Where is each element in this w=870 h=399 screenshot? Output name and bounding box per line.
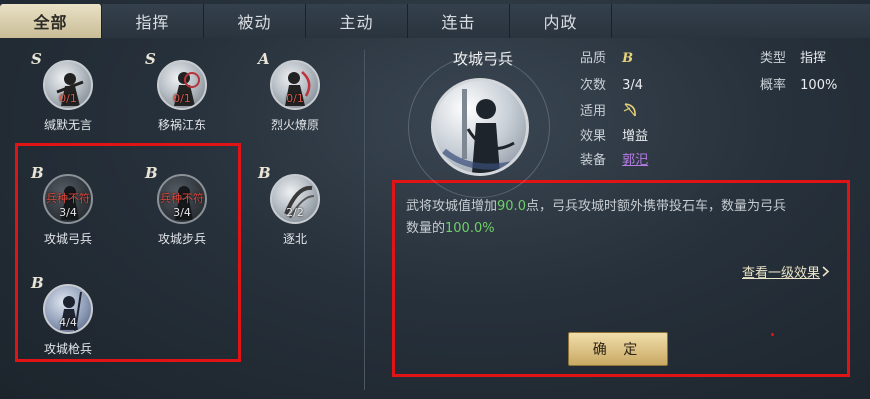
confirm-button[interactable]: 确 定 xyxy=(568,332,668,366)
skill-name: 攻城弓兵 xyxy=(43,232,92,246)
skill-grade: B xyxy=(258,164,271,182)
skill-description: 武将攻城值增加90.0点，弓兵攻城时额外携带投石车，数量为弓兵 数量的100.0… xyxy=(406,196,826,240)
panel-divider xyxy=(364,50,365,390)
skill-grade: B xyxy=(31,164,44,182)
red-dot-marker xyxy=(771,333,774,336)
skill-grade: S xyxy=(145,50,156,68)
desc-text-2: 点，弓兵攻城时额外携带投石车，数量为弓兵 xyxy=(525,199,786,214)
tab-bar: 全部 指挥 被动 主动 连击 内政 xyxy=(0,4,870,40)
rate-row: 概率 100% xyxy=(760,74,837,93)
skill-card-shift-disaster[interactable]: S 0/1 移祸江东 xyxy=(137,50,227,144)
skill-card-siege-archer[interactable]: B 兵种不符 3/4 攻城弓兵 xyxy=(23,164,113,258)
skill-panel: 全部 指挥 被动 主动 连击 内政 S 0/1 缄默无言 S 0/1 移祸江东 … xyxy=(0,0,870,399)
skill-count: 0/1 xyxy=(286,92,304,105)
tab-passive[interactable]: 被动 xyxy=(204,4,306,38)
type-value: 指挥 xyxy=(800,51,827,66)
skill-name: 缄默无言 xyxy=(43,118,92,132)
quality-row: 品质 B xyxy=(580,47,633,66)
skill-name: 攻城步兵 xyxy=(157,232,206,246)
effect-value: 增益 xyxy=(622,129,649,144)
quality-label: 品质 xyxy=(580,51,607,66)
bow-icon xyxy=(622,102,638,122)
skill-card-siege-infantry[interactable]: B 兵种不符 3/4 攻城步兵 xyxy=(137,164,227,258)
desc-value-1: 90.0 xyxy=(497,199,526,214)
unit-mismatch-label: 兵种不符 xyxy=(46,192,90,205)
rate-value: 100% xyxy=(800,78,838,93)
unit-mismatch-label: 兵种不符 xyxy=(160,192,204,205)
tab-combo[interactable]: 连击 xyxy=(408,4,510,38)
times-row: 次数 3/4 xyxy=(580,74,643,93)
equip-row: 装备 郭汜 xyxy=(580,149,648,168)
tab-internal[interactable]: 内政 xyxy=(510,4,612,38)
chevron-right-icon xyxy=(822,266,830,281)
skill-count: 0/1 xyxy=(59,92,77,105)
apply-row: 适用 xyxy=(580,100,638,122)
skill-grade: S xyxy=(31,50,42,68)
times-label: 次数 xyxy=(580,78,607,93)
tab-bar-filler xyxy=(612,4,870,38)
equip-label: 装备 xyxy=(580,153,607,168)
desc-value-2: 100.0% xyxy=(445,221,495,236)
type-label: 类型 xyxy=(760,51,787,66)
skill-grade: A xyxy=(258,50,270,68)
skill-count: 0/1 xyxy=(173,92,191,105)
more-label: 查看一级效果 xyxy=(742,266,821,281)
skill-count: 4/4 xyxy=(59,316,77,329)
skill-count: 3/4 xyxy=(59,206,77,219)
apply-label: 适用 xyxy=(580,104,607,119)
skill-name: 攻城枪兵 xyxy=(43,342,92,356)
skill-grade: B xyxy=(145,164,158,182)
rate-label: 概率 xyxy=(760,78,787,93)
times-value: 3/4 xyxy=(622,78,644,93)
skill-count: 3/4 xyxy=(173,206,191,219)
skill-grade: B xyxy=(31,274,44,292)
skill-name: 烈火燎原 xyxy=(270,118,319,132)
desc-text-3: 数量的 xyxy=(406,221,446,236)
type-row: 类型 指挥 xyxy=(760,47,826,66)
skill-name: 移祸江东 xyxy=(157,118,206,132)
skill-count: 2/2 xyxy=(286,206,304,219)
equipped-general-link[interactable]: 郭汜 xyxy=(622,153,648,168)
quality-value: B xyxy=(622,51,634,66)
effect-row: 效果 增益 xyxy=(580,125,648,144)
view-level1-effect-link[interactable]: 查看一级效果 xyxy=(742,262,830,281)
tab-command[interactable]: 指挥 xyxy=(102,4,204,38)
skill-name: 逐北 xyxy=(282,232,307,246)
detail-portrait-icon xyxy=(431,78,529,176)
effect-label: 效果 xyxy=(580,129,607,144)
desc-text-1: 武将攻城值增加 xyxy=(406,199,498,214)
skill-card-siege-spear[interactable]: B 4/4 攻城枪兵 xyxy=(23,274,113,368)
skill-card-pursuit[interactable]: B 2/2 逐北 xyxy=(250,164,340,258)
tab-all[interactable]: 全部 xyxy=(0,4,102,38)
tab-active[interactable]: 主动 xyxy=(306,4,408,38)
skill-card-silent[interactable]: S 0/1 缄默无言 xyxy=(23,50,113,144)
skill-card-fire[interactable]: A 0/1 烈火燎原 xyxy=(250,50,340,144)
